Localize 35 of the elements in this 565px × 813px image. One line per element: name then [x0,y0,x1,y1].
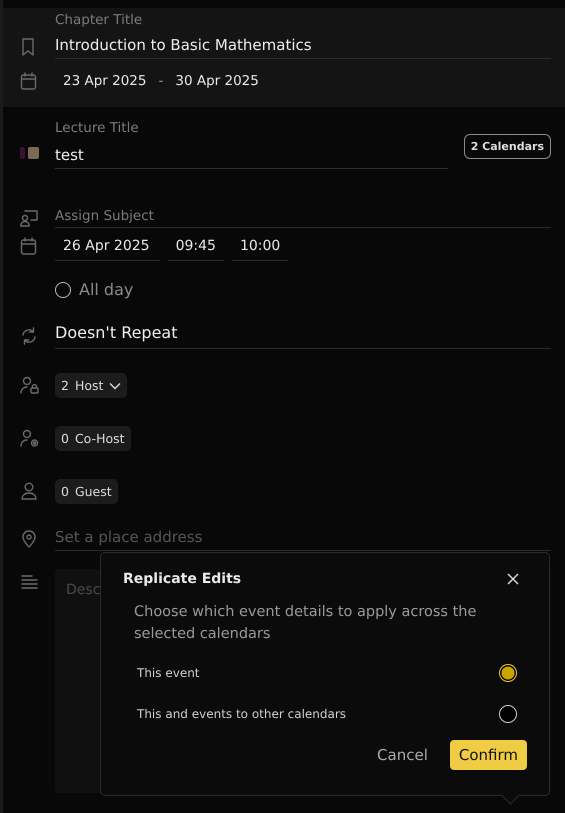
field-label: Lecture Title [55,120,140,136]
date-field[interactable]: 26 Apr 2025 [55,232,160,261]
location-pin-icon [20,530,38,549]
chapter-title-field[interactable]: Introduction to Basic Mathematics [55,36,551,59]
calendars-button[interactable]: 2 Calendars [464,134,551,159]
option-radio[interactable] [499,705,517,723]
calendar-icon [20,237,38,256]
presenter-icon [20,208,38,228]
subject-field[interactable]: Assign Subject [55,208,551,228]
close-icon[interactable] [507,573,519,585]
field-label: Chapter Title [55,12,144,28]
dialog-message: Choose which event details to apply across the selected calendars [134,603,478,644]
repeat-field[interactable]: Doesn't Repeat [55,323,551,349]
chevron-down-icon [109,382,122,390]
end-date[interactable]: 30 Apr 2025 [175,73,259,89]
option-label: This event [137,666,200,680]
repeat-icon [20,326,38,346]
start-date[interactable]: 23 Apr 2025 [63,73,146,89]
confirm-button[interactable]: Confirm [450,740,527,770]
calendar-icon [20,72,38,90]
cancel-button[interactable]: Cancel [377,740,428,770]
start-time-field[interactable]: 09:45 [168,232,224,261]
end-time-field[interactable]: 10:00 [232,232,288,261]
people-chip[interactable]: 2 Host [55,373,128,398]
user-lock-icon [20,376,38,395]
people-chip[interactable]: 0 Guest [55,479,118,504]
user-icon [20,482,38,501]
lecture-title-field[interactable]: test [55,146,448,169]
all-day-radio[interactable] [55,282,71,298]
option-radio[interactable] [499,664,517,682]
date-separator: - [158,73,164,89]
dialog-title: Replicate Edits [123,571,242,587]
people-chip[interactable]: 0 Co-Host [55,426,131,451]
option-label: This and events to other calendars [137,707,346,721]
all-day-label: All day [79,280,134,299]
